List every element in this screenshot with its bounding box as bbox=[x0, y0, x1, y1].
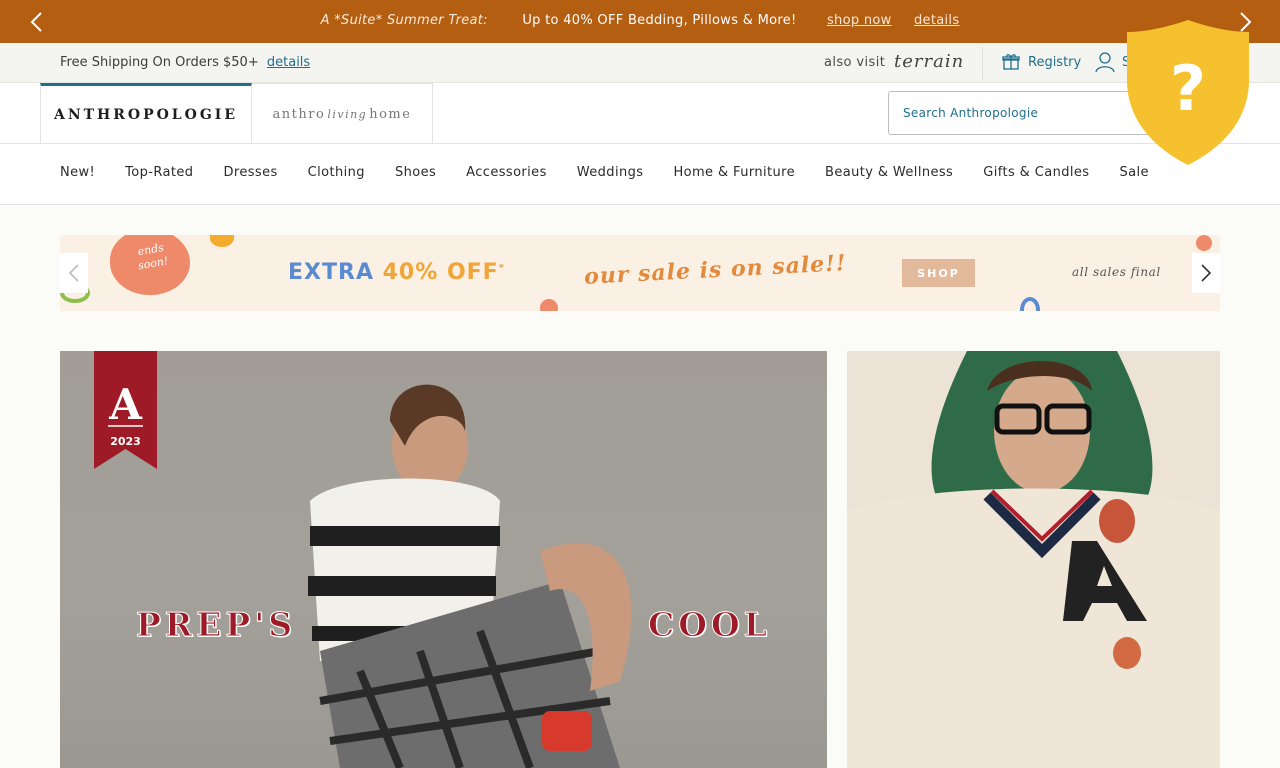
free-shipping-notice: Free Shipping On Orders $50+ details bbox=[60, 55, 310, 70]
also-visit-label: also visit bbox=[824, 55, 886, 70]
banner-prev-button[interactable] bbox=[60, 253, 88, 293]
nav-item-beauty-wellness[interactable]: Beauty & Wellness bbox=[825, 165, 953, 180]
nav-item-weddings[interactable]: Weddings bbox=[577, 165, 644, 180]
model-sweater-photo bbox=[847, 351, 1220, 768]
shipping-details-link[interactable]: details bbox=[267, 55, 310, 70]
nav-item-gifts-candles[interactable]: Gifts & Candles bbox=[983, 165, 1089, 180]
terrain-link[interactable]: terrain bbox=[894, 51, 964, 72]
hero-image-sweater[interactable] bbox=[847, 351, 1220, 768]
promo-offer: Up to 40% OFF Bedding, Pillows & More! bbox=[522, 13, 797, 28]
ring-decoration bbox=[1020, 297, 1040, 311]
nav-item-shoes[interactable]: Shoes bbox=[395, 165, 436, 180]
anthropologie-logo: ANTHROPOLOGIE bbox=[53, 107, 239, 123]
help-shield-badge[interactable]: ? bbox=[1127, 20, 1249, 165]
chevron-left-icon bbox=[68, 264, 79, 282]
anthropologie-tab[interactable]: ANTHROPOLOGIE bbox=[40, 83, 252, 144]
sale-banner[interactable]: ends soon! EXTRA 40% OFF* our sale is on… bbox=[60, 235, 1220, 311]
flower-decoration bbox=[210, 235, 234, 247]
sign-in-link[interactable]: S bbox=[1094, 51, 1130, 73]
nav-item-home-furniture[interactable]: Home & Furniture bbox=[673, 165, 795, 180]
registry-link[interactable]: Registry bbox=[1002, 53, 1081, 71]
question-mark-icon: ? bbox=[1170, 52, 1206, 125]
main-nav: New! Top-Rated Dresses Clothing Shoes Ac… bbox=[0, 144, 1280, 205]
nav-item-top-rated[interactable]: Top-Rated bbox=[125, 165, 193, 180]
extra-off-headline: EXTRA 40% OFF* bbox=[288, 260, 505, 285]
all-sales-final-text: all sales final bbox=[1072, 265, 1161, 279]
nav-item-sale[interactable]: Sale bbox=[1119, 165, 1148, 180]
hero-image-preps-cool[interactable]: A 2023 PREP'S COOL bbox=[60, 351, 827, 768]
anthro-living-home-logo: anthro living home bbox=[272, 106, 412, 122]
promo-bar: A *Suite* Summer Treat: Up to 40% OFF Be… bbox=[0, 0, 1280, 43]
promo-lead: A *Suite* Summer Treat: bbox=[320, 13, 488, 28]
hero-word-preps: PREP'S bbox=[135, 605, 297, 645]
banner-shop-button[interactable]: SHOP bbox=[902, 259, 975, 287]
promo-shop-now-link[interactable]: shop now bbox=[827, 13, 892, 28]
dot-decoration bbox=[1196, 235, 1212, 251]
nav-list: New! Top-Rated Dresses Clothing Shoes Ac… bbox=[60, 165, 1149, 180]
nav-item-clothing[interactable]: Clothing bbox=[308, 165, 365, 180]
sale-script-text: our sale is on sale!! bbox=[583, 250, 848, 290]
chevron-right-icon bbox=[1201, 264, 1212, 282]
utility-divider bbox=[982, 47, 983, 79]
model-silhouette bbox=[308, 384, 632, 768]
nav-item-new[interactable]: New! bbox=[60, 165, 95, 180]
registry-label: Registry bbox=[1028, 54, 1082, 70]
gift-icon bbox=[1002, 54, 1020, 70]
nav-item-dresses[interactable]: Dresses bbox=[223, 165, 277, 180]
anthro-living-home-tab[interactable]: anthro living home bbox=[252, 83, 433, 144]
site-header: ANTHROPOLOGIE anthro living home bbox=[0, 83, 1280, 144]
banner-next-button[interactable] bbox=[1192, 253, 1220, 293]
svg-text:2023: 2023 bbox=[110, 435, 141, 448]
utility-bar: Free Shipping On Orders $50+ details als… bbox=[0, 43, 1280, 83]
dot-decoration bbox=[540, 299, 558, 311]
ribbon-2023-logo: A 2023 bbox=[94, 351, 157, 469]
user-icon bbox=[1095, 52, 1115, 73]
promo-details-link[interactable]: details bbox=[914, 13, 959, 28]
free-shipping-text: Free Shipping On Orders $50+ bbox=[60, 55, 259, 70]
hero-word-cool: COOL bbox=[648, 605, 771, 645]
svg-text:A: A bbox=[108, 380, 143, 429]
promo-message: A *Suite* Summer Treat: Up to 40% OFF Be… bbox=[0, 13, 1280, 28]
nav-item-accessories[interactable]: Accessories bbox=[466, 165, 547, 180]
